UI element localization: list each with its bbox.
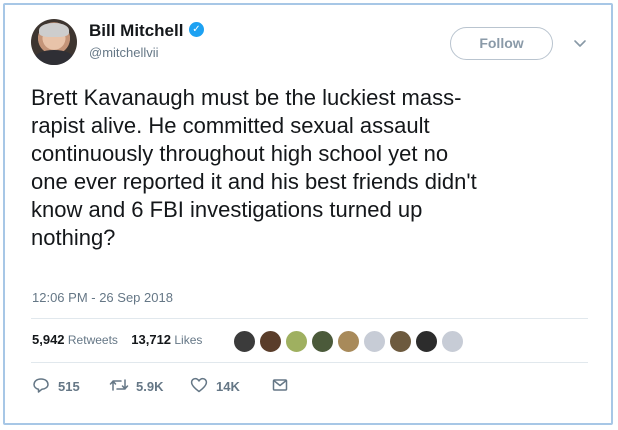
chevron-down-icon[interactable] xyxy=(572,35,588,51)
likes-count[interactable]: 13,712 xyxy=(131,332,171,347)
tweet-line: rapist alive. He committed sexual assaul… xyxy=(31,113,430,138)
liker-avatar[interactable] xyxy=(415,330,438,353)
liker-avatar[interactable] xyxy=(441,330,464,353)
reply-count: 515 xyxy=(58,379,80,394)
tweet-line: continuously throughout high school yet … xyxy=(31,141,449,166)
like-count: 14K xyxy=(216,379,240,394)
liker-avatar[interactable] xyxy=(285,330,308,353)
tweet-timestamp[interactable]: 12:06 PM - 26 Sep 2018 xyxy=(32,290,173,305)
author-handle[interactable]: @mitchellvii xyxy=(89,45,159,60)
retweet-icon[interactable] xyxy=(109,376,129,394)
reply-icon[interactable] xyxy=(32,376,50,394)
divider xyxy=(31,318,588,319)
retweet-count: 5.9K xyxy=(136,379,164,394)
tweet-line: nothing? xyxy=(31,225,116,250)
divider xyxy=(31,362,588,363)
direct-message-icon[interactable] xyxy=(272,376,288,394)
verified-badge-icon: ✓ xyxy=(189,22,204,37)
tweet-line: Brett Kavanaugh must be the luckiest mas… xyxy=(31,85,462,110)
liker-avatar[interactable] xyxy=(311,330,334,353)
retweets-label[interactable]: Retweets xyxy=(68,333,118,347)
liker-avatar[interactable] xyxy=(363,330,386,353)
avatar-hair xyxy=(39,23,69,37)
tweet-line: one ever reported it and his best friend… xyxy=(31,169,477,194)
retweets-count[interactable]: 5,942 xyxy=(32,332,65,347)
author-name[interactable]: Bill Mitchell xyxy=(89,21,183,41)
liker-avatar[interactable] xyxy=(259,330,282,353)
liker-avatar[interactable] xyxy=(337,330,360,353)
avatar-suit xyxy=(34,50,74,65)
liker-avatar[interactable] xyxy=(233,330,256,353)
tweet-text: Brett Kavanaugh must be the luckiest mas… xyxy=(31,84,601,252)
author-avatar[interactable] xyxy=(31,19,77,65)
follow-button[interactable]: Follow xyxy=(450,27,553,60)
engagement-stats: 5,942 Retweets 13,712 Likes xyxy=(32,332,202,347)
like-heart-icon[interactable] xyxy=(190,376,208,394)
liker-avatar[interactable] xyxy=(389,330,412,353)
likes-label[interactable]: Likes xyxy=(174,333,202,347)
tweet-line: know and 6 FBI investigations turned up xyxy=(31,197,423,222)
